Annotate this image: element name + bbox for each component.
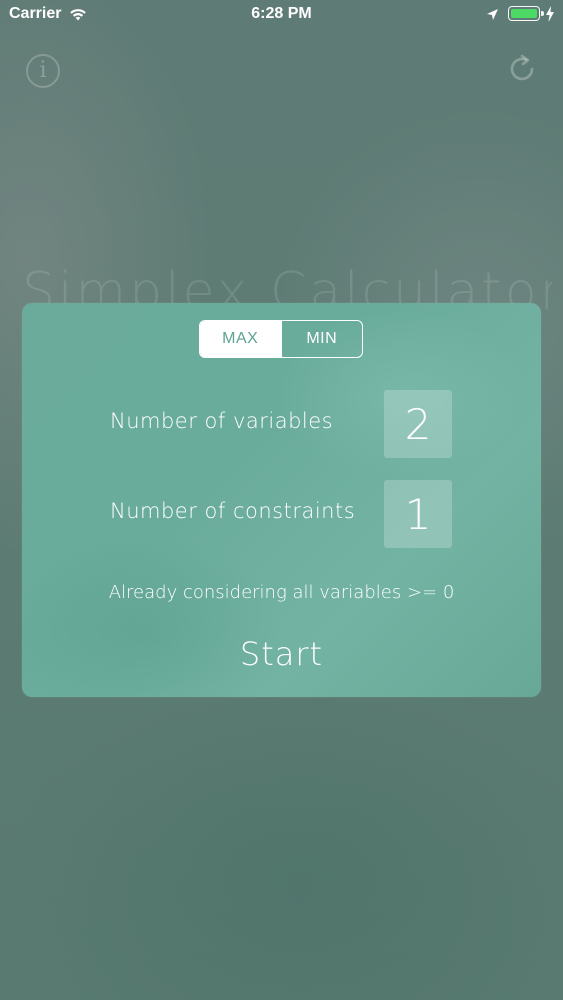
battery-level-fill (511, 9, 537, 18)
charging-bolt-icon (545, 6, 555, 26)
variables-label: Number of variables (110, 409, 334, 433)
constraints-count-field[interactable]: 1 (384, 480, 452, 548)
battery-nub (541, 11, 544, 16)
status-time: 6:28 PM (251, 5, 312, 22)
location-arrow-icon (486, 7, 499, 26)
segment-min[interactable]: MIN (280, 321, 363, 357)
setup-card: MAX MIN Number of variables 2 Number of … (22, 303, 541, 697)
variables-count-field[interactable]: 2 (384, 390, 452, 458)
refresh-button[interactable] (505, 52, 539, 86)
refresh-icon (510, 54, 534, 81)
status-bar: Carrier 6:28 PM (0, 0, 563, 30)
segment-max[interactable]: MAX (200, 321, 281, 357)
info-button[interactable]: i (26, 54, 60, 88)
nonnegativity-note: Already considering all variables >= 0 (108, 582, 455, 603)
start-button[interactable]: Start (22, 635, 541, 673)
constraints-label: Number of constraints (110, 499, 356, 523)
info-icon: i (39, 58, 47, 83)
max-min-segmented-control[interactable]: MAX MIN (199, 320, 363, 358)
battery-icon (508, 6, 544, 21)
